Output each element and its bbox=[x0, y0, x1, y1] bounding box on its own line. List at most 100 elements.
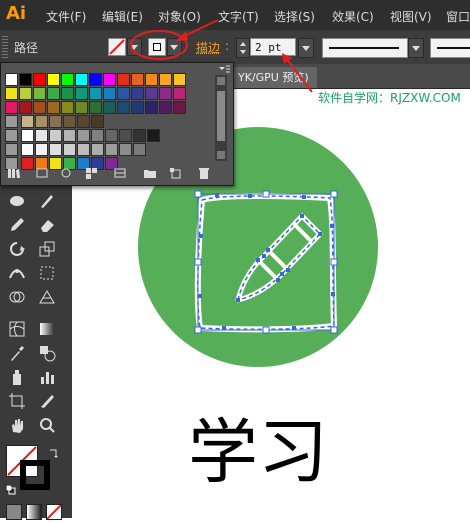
color-swatch[interactable] bbox=[47, 87, 60, 100]
perspective-grid-tool[interactable] bbox=[38, 288, 60, 308]
fill-color-swatch[interactable] bbox=[108, 38, 126, 56]
menu-view[interactable]: 视图(V) bbox=[390, 8, 432, 25]
color-swatch[interactable] bbox=[49, 129, 62, 142]
color-swatch[interactable] bbox=[47, 73, 60, 86]
color-swatch[interactable] bbox=[147, 129, 160, 142]
stroke-label[interactable]: 描边 bbox=[196, 39, 220, 56]
paintbrush-tool[interactable] bbox=[38, 192, 60, 212]
shape-builder-tool[interactable] bbox=[8, 288, 30, 308]
gradient-tool[interactable] bbox=[38, 320, 60, 340]
blend-tool[interactable] bbox=[38, 344, 60, 364]
profile-dropdown[interactable] bbox=[408, 38, 424, 58]
fill-dropdown[interactable] bbox=[127, 38, 142, 56]
new-color-group-button[interactable] bbox=[85, 167, 101, 181]
color-swatch[interactable] bbox=[49, 115, 62, 128]
width-tool[interactable] bbox=[8, 264, 30, 284]
grip-handle[interactable] bbox=[2, 36, 8, 58]
color-swatch[interactable] bbox=[105, 129, 118, 142]
color-swatch[interactable] bbox=[75, 73, 88, 86]
color-swatch[interactable] bbox=[21, 115, 34, 128]
color-swatch[interactable] bbox=[49, 143, 62, 156]
stroke-dropdown[interactable] bbox=[167, 38, 182, 56]
menu-effect[interactable]: 效果(C) bbox=[332, 8, 374, 25]
color-swatch[interactable] bbox=[159, 101, 172, 114]
color-swatch[interactable] bbox=[21, 129, 34, 142]
menu-type[interactable]: 文字(T) bbox=[218, 8, 259, 25]
color-swatch[interactable] bbox=[63, 143, 76, 156]
free-transform-tool[interactable] bbox=[38, 264, 60, 284]
menu-object[interactable]: 对象(O) bbox=[158, 8, 201, 25]
color-swatch[interactable] bbox=[119, 143, 132, 156]
color-swatch[interactable] bbox=[63, 115, 76, 128]
eyedropper-tool[interactable] bbox=[8, 344, 30, 364]
color-swatch[interactable] bbox=[173, 101, 186, 114]
menu-window[interactable]: 窗口 bbox=[446, 8, 470, 25]
color-swatch[interactable] bbox=[35, 129, 48, 142]
mesh-tool[interactable] bbox=[8, 320, 30, 340]
color-swatch[interactable] bbox=[35, 115, 48, 128]
scale-tool[interactable] bbox=[38, 240, 60, 260]
color-swatch[interactable] bbox=[145, 101, 158, 114]
artboard-tool[interactable] bbox=[8, 392, 30, 412]
color-swatch[interactable] bbox=[159, 87, 172, 100]
color-swatch[interactable] bbox=[91, 129, 104, 142]
color-swatch[interactable] bbox=[133, 129, 146, 142]
brush-definition[interactable] bbox=[430, 38, 470, 58]
eraser-tool[interactable] bbox=[38, 216, 60, 236]
show-kind-menu-button[interactable] bbox=[113, 167, 129, 181]
slice-tool[interactable] bbox=[38, 392, 60, 412]
color-swatch[interactable] bbox=[145, 87, 158, 100]
color-swatch[interactable] bbox=[89, 87, 102, 100]
color-swatch[interactable] bbox=[131, 87, 144, 100]
zoom-tool[interactable] bbox=[38, 416, 60, 436]
stroke-weight-input[interactable]: 2 pt bbox=[250, 38, 296, 56]
color-swatch[interactable] bbox=[103, 87, 116, 100]
hand-tool[interactable] bbox=[8, 416, 30, 436]
color-swatch[interactable] bbox=[63, 129, 76, 142]
swatch-folder-icon[interactable] bbox=[5, 115, 18, 128]
color-swatch[interactable] bbox=[159, 73, 172, 86]
color-swatch[interactable] bbox=[173, 73, 186, 86]
color-swatch[interactable] bbox=[131, 73, 144, 86]
color-swatch[interactable] bbox=[103, 101, 116, 114]
color-swatch[interactable] bbox=[75, 101, 88, 114]
swatch-scrollbar[interactable] bbox=[215, 75, 227, 161]
color-swatch[interactable] bbox=[19, 101, 32, 114]
color-swatch[interactable] bbox=[133, 143, 146, 156]
menu-edit[interactable]: 编辑(E) bbox=[102, 8, 143, 25]
color-swatch[interactable] bbox=[33, 101, 46, 114]
color-swatch[interactable] bbox=[173, 87, 186, 100]
swatch-options-button[interactable] bbox=[59, 167, 75, 181]
color-swatch[interactable] bbox=[35, 143, 48, 156]
panel-menu-icon[interactable] bbox=[215, 63, 231, 73]
color-swatch[interactable] bbox=[91, 143, 104, 156]
color-swatch[interactable] bbox=[117, 101, 130, 114]
swatch-folder-icon[interactable] bbox=[5, 129, 18, 142]
color-swatch[interactable] bbox=[91, 115, 104, 128]
stroke-weight-stepper[interactable] bbox=[236, 38, 250, 58]
color-swatch[interactable] bbox=[19, 87, 32, 100]
delete-swatch-button[interactable] bbox=[197, 167, 213, 181]
ellipse-tool[interactable] bbox=[8, 192, 30, 212]
artwork-title-text[interactable]: 学习 bbox=[188, 414, 328, 490]
color-swatch[interactable] bbox=[61, 87, 74, 100]
color-swatch[interactable] bbox=[61, 101, 74, 114]
color-swatch[interactable] bbox=[77, 129, 90, 142]
stroke-color-box[interactable] bbox=[20, 460, 50, 490]
color-swatch[interactable] bbox=[19, 73, 32, 86]
color-swatch[interactable] bbox=[75, 87, 88, 100]
color-swatch[interactable] bbox=[47, 101, 60, 114]
symbol-sprayer-tool[interactable] bbox=[8, 368, 30, 388]
color-swatch[interactable] bbox=[77, 115, 90, 128]
swap-fill-stroke-icon[interactable] bbox=[48, 446, 60, 458]
menu-select[interactable]: 选择(S) bbox=[274, 8, 315, 25]
scroll-down-icon[interactable] bbox=[217, 151, 225, 159]
scroll-up-icon[interactable] bbox=[217, 77, 225, 85]
color-swatch[interactable] bbox=[5, 73, 18, 86]
color-swatch[interactable] bbox=[119, 129, 132, 142]
scroll-thumb[interactable] bbox=[217, 91, 225, 141]
default-colors-icon[interactable] bbox=[5, 484, 16, 495]
color-swatch[interactable] bbox=[33, 87, 46, 100]
color-swatch[interactable] bbox=[145, 73, 158, 86]
color-swatch[interactable] bbox=[77, 143, 90, 156]
